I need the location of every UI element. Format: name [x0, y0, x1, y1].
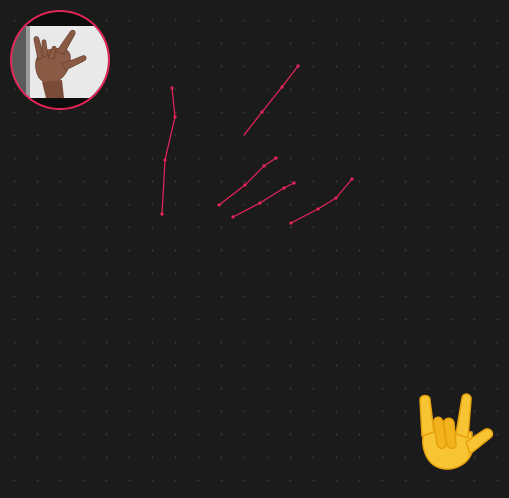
pinky-joint [316, 207, 320, 211]
pinky-joint [289, 221, 293, 225]
ring-joint [258, 201, 262, 205]
middle-joint [217, 203, 221, 207]
index-joint [280, 85, 284, 89]
pinky-line [290, 178, 353, 224]
ring-joint [292, 181, 296, 185]
index-joint [260, 110, 264, 114]
love-you-gesture-icon [410, 388, 498, 476]
middle-joint [262, 164, 266, 168]
middle-joint [243, 183, 247, 187]
thumb-line [161, 87, 176, 215]
ring-joint [231, 215, 235, 219]
index-joint [296, 64, 300, 68]
thumb-joint [163, 158, 167, 162]
gesture-canvas [0, 0, 509, 498]
thumb-joint [160, 212, 164, 216]
pinky-joint [334, 196, 338, 200]
ring-joint [282, 186, 286, 190]
thumb-joint [170, 86, 174, 90]
index-finger-line [243, 65, 299, 136]
middle-joint [274, 156, 278, 160]
pinky-joint [350, 177, 354, 181]
thumb-joint [173, 115, 177, 119]
